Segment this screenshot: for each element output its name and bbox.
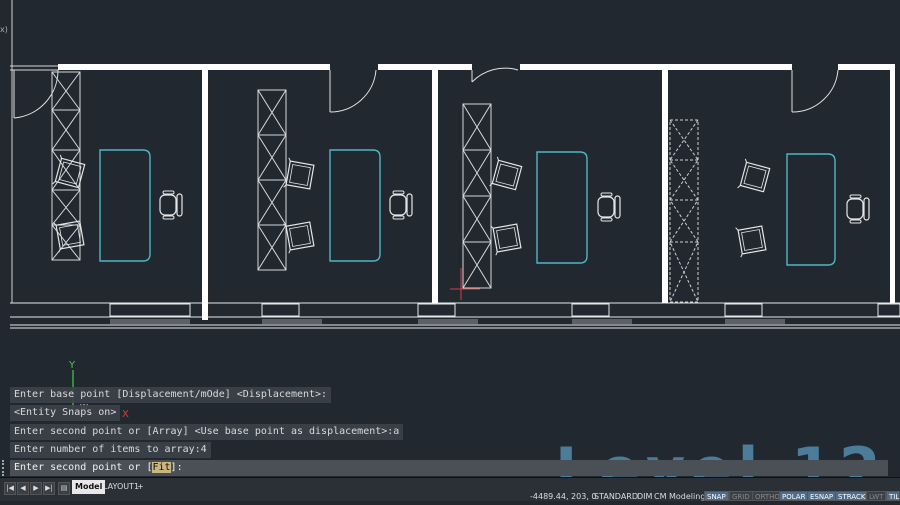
first-tab-icon[interactable]: |◀ xyxy=(4,482,16,495)
ucs-x-label: X xyxy=(122,409,129,420)
command-history-line: Enter base point [Displacement/mOde] <Di… xyxy=(10,387,332,403)
last-tab-icon[interactable]: ▶| xyxy=(43,482,55,495)
rack-selected xyxy=(669,119,699,303)
office-chairs xyxy=(159,190,870,224)
exterior-wall xyxy=(10,302,900,329)
command-option-fit[interactable]: Fit xyxy=(152,462,171,473)
command-line-grip[interactable] xyxy=(2,460,10,476)
storage-racks xyxy=(51,71,492,289)
command-history-line: Enter number of items to array:4 xyxy=(10,442,211,458)
command-prompt-suffix: ]: xyxy=(170,462,183,473)
command-history-line: Enter second point or [Array] <Use base … xyxy=(10,424,404,440)
status-bar: |◀ ◀ ▶ ▶| ▤ Model LAYOUT1 + -4489.44, 20… xyxy=(0,477,900,501)
desks xyxy=(99,149,836,266)
command-input[interactable]: Enter second point or [Fit]: xyxy=(10,460,888,476)
top-wall xyxy=(58,64,894,70)
partition-walls xyxy=(202,64,895,320)
command-history-line: <Entity Snaps on> xyxy=(10,405,121,421)
ucs-y-label: Y xyxy=(68,360,76,371)
layout-list-icon[interactable]: ▤ xyxy=(58,482,70,495)
window-sills xyxy=(110,319,785,324)
command-prompt-prefix: Enter second point or [ xyxy=(14,462,153,473)
top-left-wall-lines xyxy=(10,65,58,71)
prev-tab-icon[interactable]: ◀ xyxy=(17,482,29,495)
tab-add[interactable]: + xyxy=(134,480,147,494)
next-tab-icon[interactable]: ▶ xyxy=(30,482,42,495)
doors xyxy=(13,67,839,119)
panel-close-label[interactable]: x) xyxy=(0,25,8,34)
